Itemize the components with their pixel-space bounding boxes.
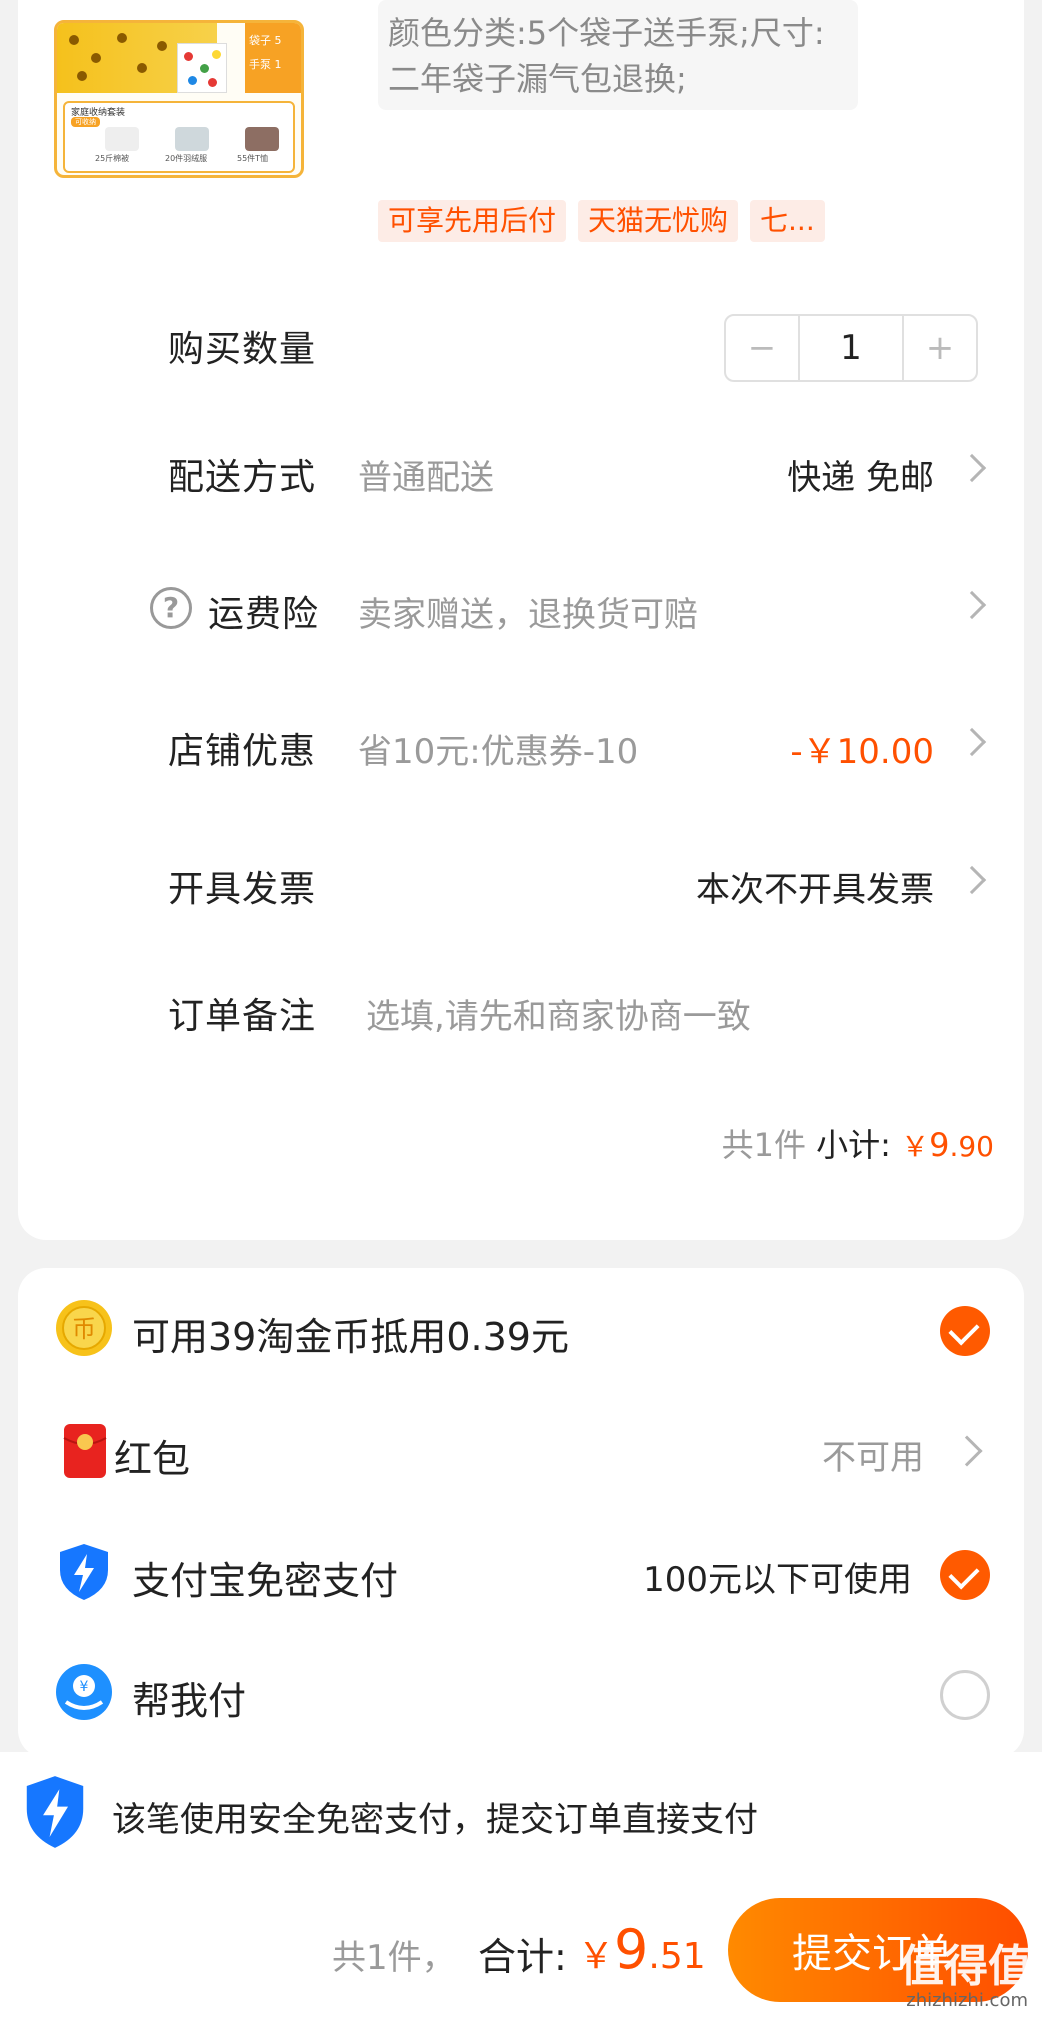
- thumb-caption-1: 25斤棉被: [95, 154, 130, 163]
- total-currency: ￥: [578, 1936, 615, 1977]
- shop-discount-value: -￥10.00: [790, 732, 934, 772]
- shop-discount-label: 店铺优惠: [168, 731, 317, 772]
- note-input[interactable]: 选填,请先和商家协商一致: [366, 989, 751, 1038]
- taobao-coins-row[interactable]: 币 可用39淘金币抵用0.39元: [18, 1278, 1024, 1378]
- subtotal-currency: ￥: [901, 1130, 930, 1163]
- insurance-row[interactable]: ? 运费险 卖家赠送，退换货可赔: [18, 571, 1024, 651]
- total-count: 共1件，: [332, 1938, 456, 1978]
- thumb-tag-line2: 手泵: [249, 58, 271, 71]
- invoice-value: 本次不开具发票: [696, 870, 934, 910]
- subtotal-dec: .90: [949, 1130, 994, 1163]
- red-packet-status: 不可用: [822, 1438, 924, 1478]
- insurance-sub: 卖家赠送，退换货可赔: [358, 595, 698, 635]
- watermark-url: zhizhizhi.com: [906, 1990, 1028, 2011]
- red-packet-icon: [63, 1424, 107, 1478]
- thumb-tag-line1: 袋子: [249, 34, 271, 47]
- service-badge[interactable]: 可享先用后付: [378, 200, 567, 242]
- notice-text: 该笔使用安全免密支付，提交订单直接支付: [112, 1800, 758, 1840]
- coins-checkbox[interactable]: [940, 1306, 990, 1356]
- total-label: 合计:: [478, 1935, 567, 1979]
- alipay-checkbox[interactable]: [940, 1550, 990, 1600]
- service-badges: 可享先用后付 天猫无忧购 七...: [378, 200, 825, 242]
- subtotal-count: 共1件: [721, 1126, 806, 1164]
- quantity-label: 购买数量: [168, 329, 317, 370]
- thumb-caption-3: 55件T恤: [237, 154, 269, 163]
- coin-icon: 币: [56, 1300, 112, 1356]
- invoice-label: 开具发票: [168, 869, 317, 910]
- decrement-button[interactable]: −: [726, 316, 798, 380]
- help-pay-radio[interactable]: [940, 1670, 990, 1720]
- delivery-sub: 普通配送: [358, 458, 494, 498]
- quantity-value[interactable]: 1: [798, 316, 904, 380]
- checkout-bar: 共1件， 合计: ￥9.51 提交订单: [0, 1882, 1042, 2019]
- help-pay-text: 帮我付: [132, 1679, 247, 1723]
- subtotal-label: 小计:: [816, 1126, 891, 1164]
- delivery-value: 快递 免邮: [787, 458, 934, 498]
- subtotal: 共1件 小计: ￥9.90: [722, 1120, 994, 1166]
- svg-text:¥: ¥: [80, 1679, 89, 1695]
- total-dec: .51: [648, 1936, 706, 1977]
- subtotal-price: ￥9.90: [901, 1126, 994, 1164]
- thumb-tag-num1: 5: [274, 34, 282, 47]
- quantity-row: 购买数量 − 1 +: [18, 306, 1024, 386]
- shop-discount-row[interactable]: 店铺优惠 省10元:优惠券-10 -￥10.00: [18, 708, 1024, 788]
- insurance-label: 运费险: [208, 594, 320, 635]
- note-label: 订单备注: [168, 996, 317, 1037]
- shop-discount-sub: 省10元:优惠券-10: [358, 732, 639, 772]
- product-box-image: [177, 43, 227, 93]
- svg-text:币: 币: [72, 1315, 96, 1343]
- help-icon[interactable]: ?: [150, 587, 192, 629]
- alipay-status: 100元以下可使用: [643, 1560, 912, 1600]
- product-spec[interactable]: 颜色分类:5个袋子送手泵;尺寸:二年袋子漏气包退换;: [378, 0, 858, 110]
- total-int: 9: [614, 1918, 649, 1981]
- thumb-caption-2: 20件羽绒服: [165, 154, 208, 163]
- delivery-row[interactable]: 配送方式 普通配送 快递 免邮: [18, 434, 1024, 514]
- alipay-row[interactable]: 支付宝免密支付 100元以下可使用: [18, 1522, 1024, 1622]
- quantity-stepper[interactable]: − 1 +: [724, 314, 978, 382]
- coins-text: 可用39淘金币抵用0.39元: [132, 1315, 569, 1359]
- delivery-label: 配送方式: [168, 457, 317, 498]
- shield-lightning-icon: [26, 1776, 84, 1848]
- payment-card: 币 可用39淘金币抵用0.39元 红包 不可用 支付宝免密支付 100元以下可使…: [18, 1268, 1024, 1758]
- thumb-tag-num2: 1: [274, 58, 282, 71]
- chevron-right-icon: [957, 865, 987, 895]
- chevron-right-icon: [951, 1435, 983, 1467]
- chevron-right-icon: [957, 453, 987, 483]
- note-row: 订单备注 选填,请先和商家协商一致: [18, 973, 1024, 1053]
- alipay-text: 支付宝免密支付: [132, 1559, 399, 1603]
- order-card: 袋子 5 手泵 1 家庭收纳套装 可收纳 25斤棉被 20件羽绒服 55件T恤 …: [18, 0, 1024, 1240]
- secure-pay-notice: 该笔使用安全免密支付，提交订单直接支付: [0, 1752, 1042, 1882]
- invoice-row[interactable]: 开具发票 本次不开具发票: [18, 846, 1024, 926]
- increment-button[interactable]: +: [904, 316, 976, 380]
- help-pay-icon: ¥: [56, 1664, 112, 1720]
- red-packet-row[interactable]: 红包 不可用: [18, 1400, 1024, 1500]
- chevron-right-icon: [957, 727, 987, 757]
- thumb-lower-pill: 可收纳: [71, 117, 100, 127]
- shield-lightning-icon: [60, 1544, 108, 1600]
- chevron-right-icon: [957, 590, 987, 620]
- watermark: 值得值: [900, 1941, 1032, 1992]
- help-pay-row[interactable]: ¥ 帮我付: [18, 1642, 1024, 1742]
- total-price: ￥9.51: [578, 1918, 706, 1981]
- product-lower-panel: 家庭收纳套装 可收纳 25斤棉被 20件羽绒服 55件T恤: [63, 101, 295, 173]
- service-badge[interactable]: 天猫无忧购: [578, 200, 739, 242]
- subtotal-int: 9: [929, 1126, 950, 1164]
- product-thumbnail[interactable]: 袋子 5 手泵 1 家庭收纳套装 可收纳 25斤棉被 20件羽绒服 55件T恤: [54, 20, 304, 178]
- product-tag: 袋子 5 手泵 1: [245, 23, 301, 93]
- red-packet-text: 红包: [114, 1437, 191, 1481]
- service-badge[interactable]: 七...: [750, 200, 825, 242]
